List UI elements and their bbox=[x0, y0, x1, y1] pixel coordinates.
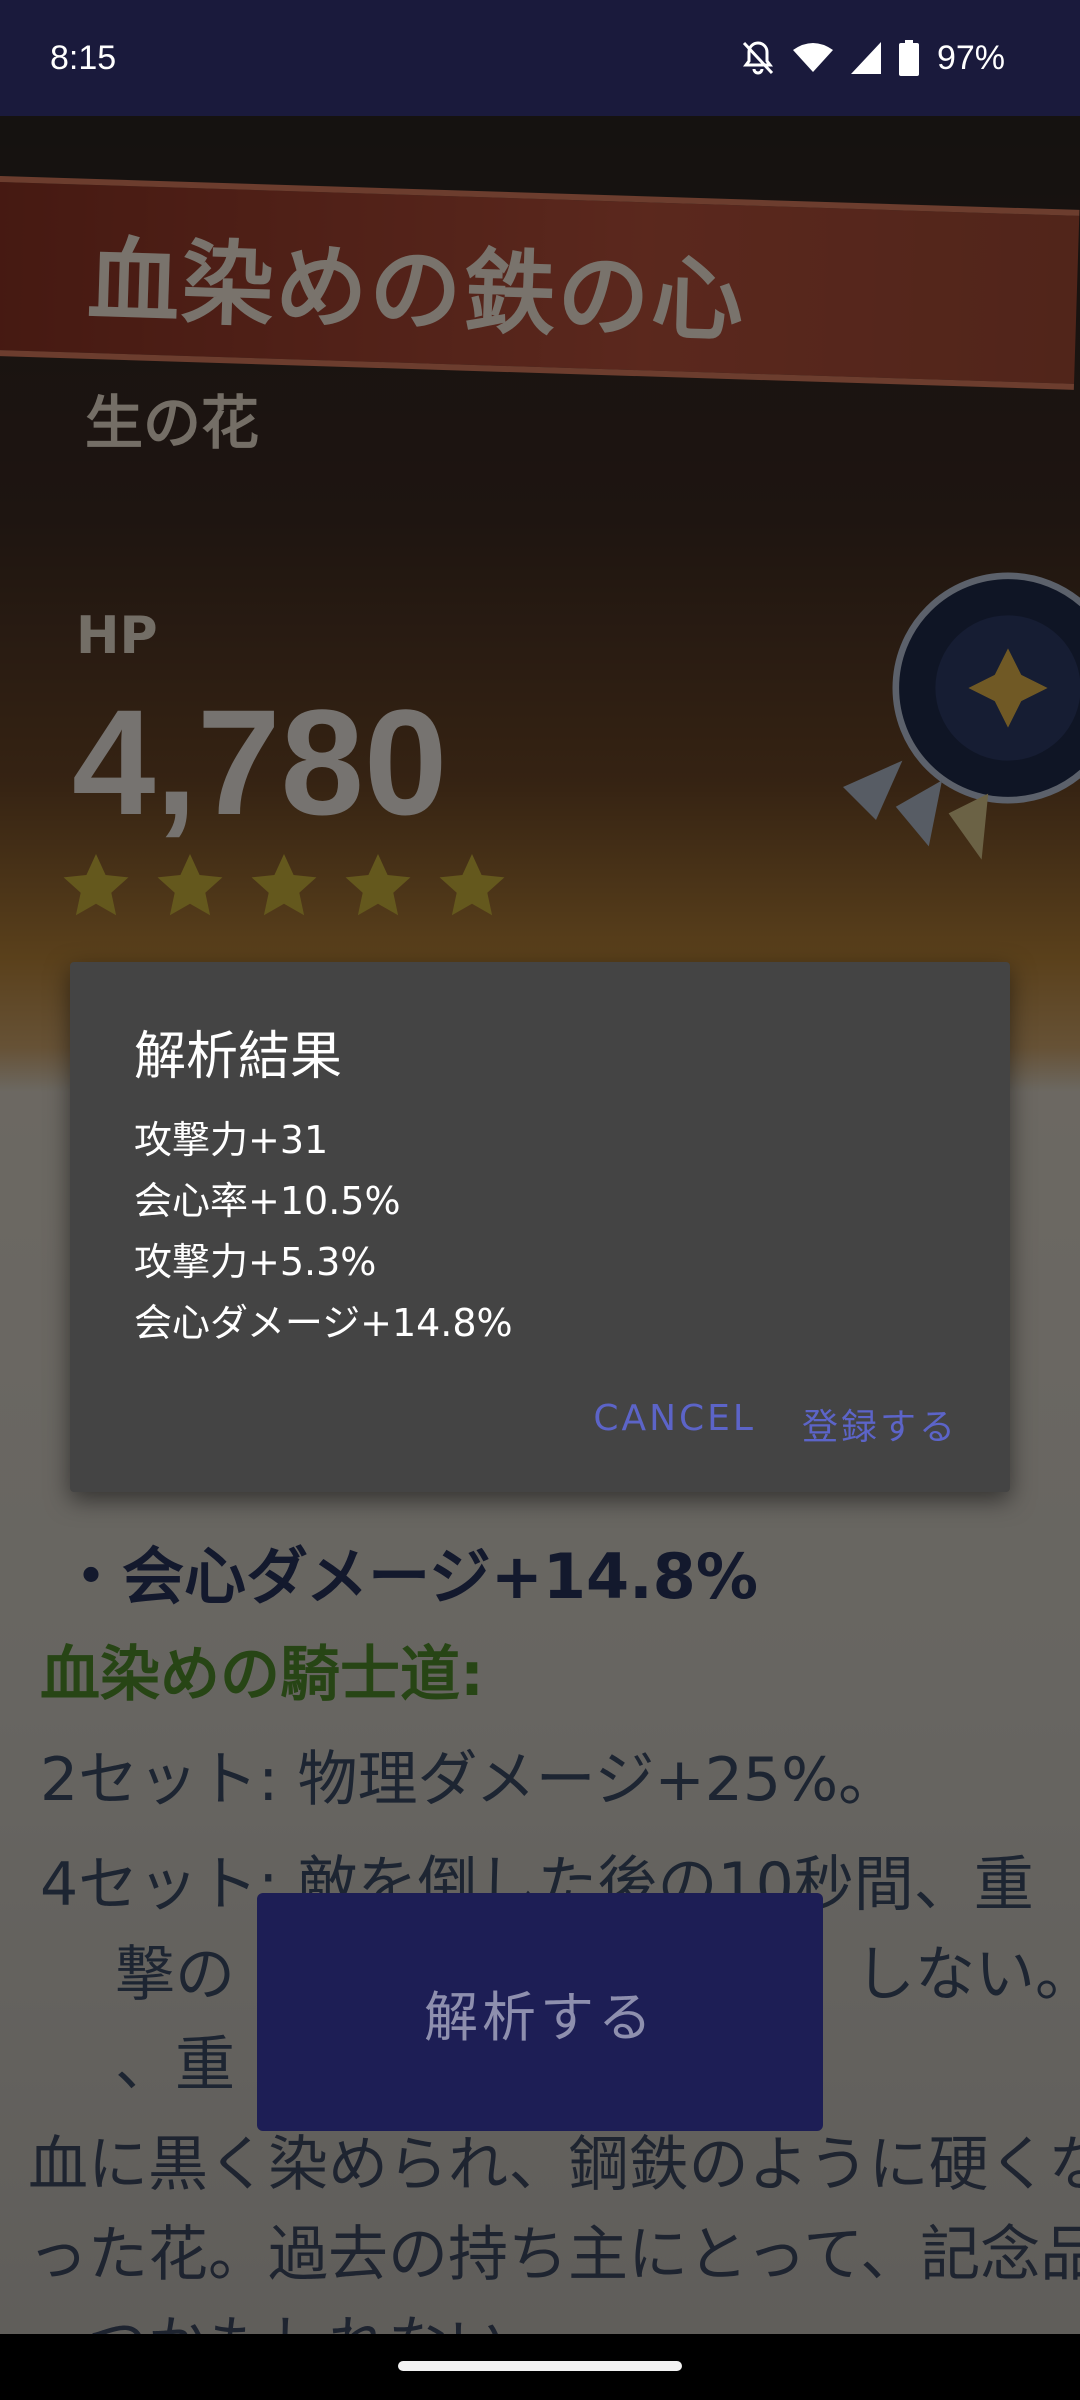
signal-icon bbox=[850, 42, 881, 74]
analyze-button[interactable]: 解析する bbox=[257, 1893, 823, 2131]
status-icons: 97% bbox=[741, 39, 1005, 78]
bell-off-icon bbox=[741, 40, 775, 76]
dialog-actions: CANCEL 登録する bbox=[593, 1398, 958, 1450]
status-time: 8:15 bbox=[50, 38, 117, 77]
register-button[interactable]: 登録する bbox=[802, 1398, 958, 1450]
dialog-result-list: 攻撃力+31 会心率+10.5% 攻撃力+5.3% 会心ダメージ+14.8% bbox=[134, 1110, 513, 1354]
battery-icon bbox=[898, 40, 919, 76]
result-dialog: 解析結果 攻撃力+31 会心率+10.5% 攻撃力+5.3% 会心ダメージ+14… bbox=[70, 962, 1010, 1492]
dialog-title: 解析結果 bbox=[134, 1027, 343, 1087]
cancel-button[interactable]: CANCEL bbox=[593, 1398, 756, 1450]
wifi-icon bbox=[792, 42, 833, 74]
result-line: 攻撃力+31 bbox=[134, 1118, 329, 1162]
result-line: 会心率+10.5% bbox=[134, 1179, 401, 1223]
result-line: 攻撃力+5.3% bbox=[134, 1240, 377, 1284]
status-bar: 8:15 97% bbox=[0, 0, 1080, 116]
result-line: 会心ダメージ+14.8% bbox=[134, 1301, 513, 1345]
home-gesture-handle[interactable] bbox=[398, 2361, 682, 2371]
battery-percentage: 97% bbox=[936, 38, 1005, 77]
